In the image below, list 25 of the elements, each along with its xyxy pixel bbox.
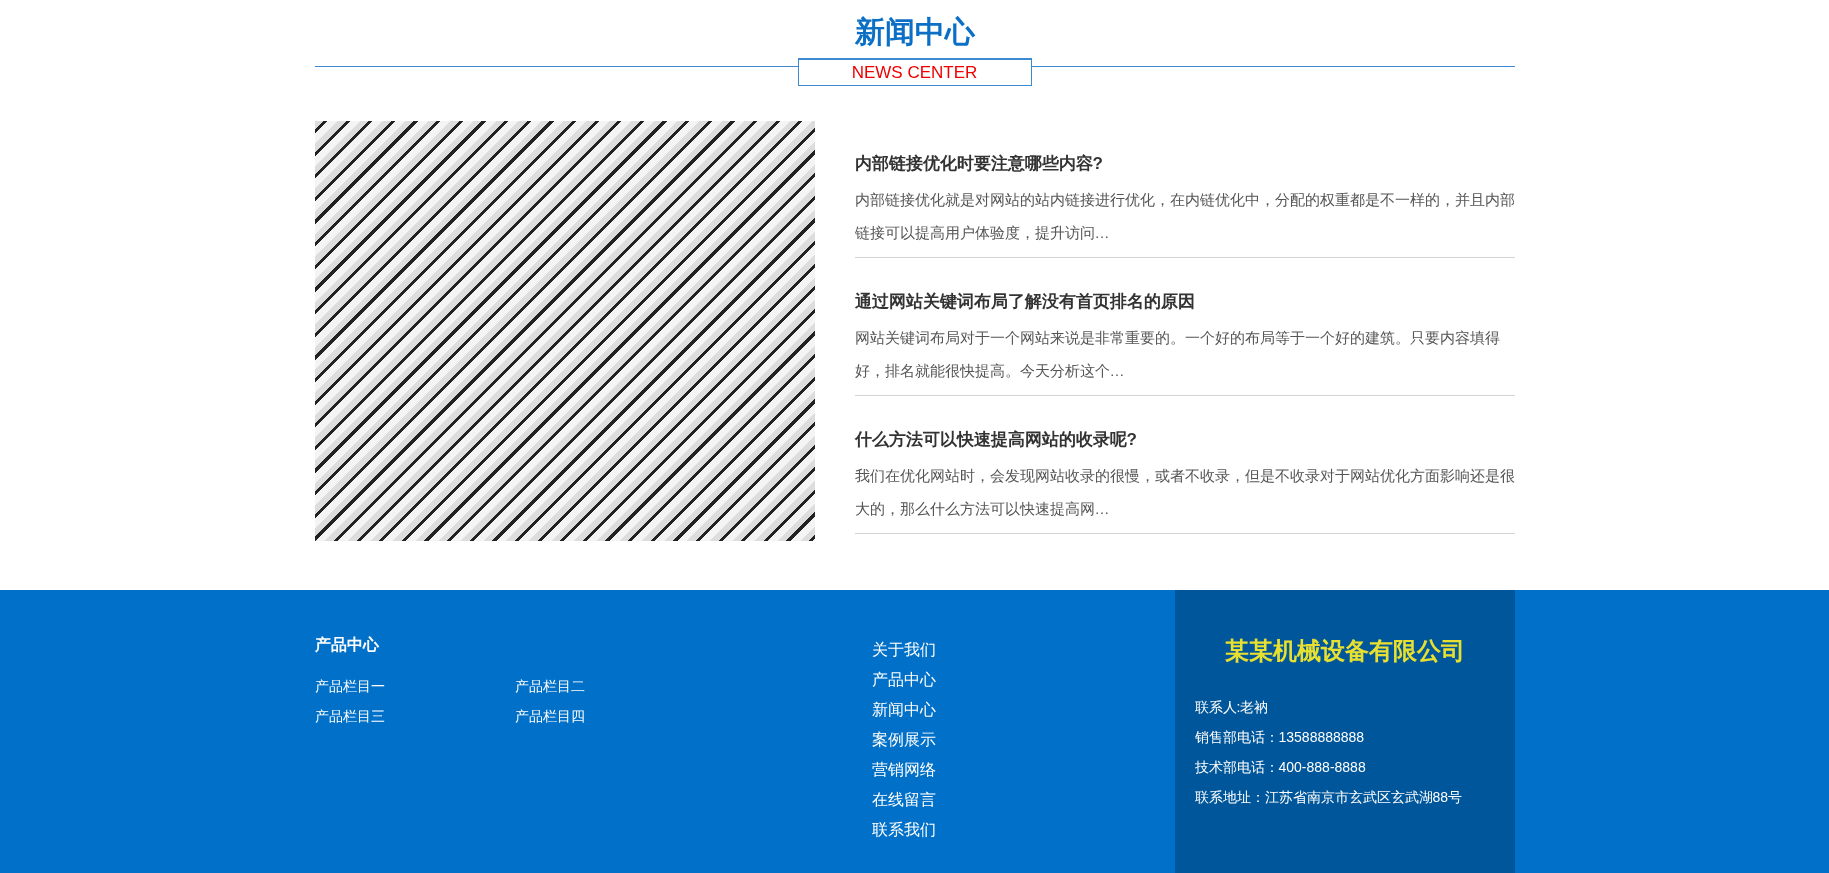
footer-nav-link[interactable]: 在线留言: [871, 785, 936, 815]
news-title-link[interactable]: 内部链接优化时要注意哪些内容?: [854, 149, 1515, 179]
contact-info: 技术部电话：400-888-8888: [1194, 758, 1366, 777]
contact-info: 联系地址：江苏省南京市玄武区玄武湖88号: [1194, 788, 1463, 807]
product-link[interactable]: 产品栏目一: [314, 676, 515, 696]
contact-info: 联系人:老衲: [1194, 698, 1269, 717]
footer-nav-link[interactable]: 新闻中心: [871, 695, 936, 725]
footer-nav-link[interactable]: 关于我们: [871, 635, 936, 665]
footer-nav-link[interactable]: 产品中心: [871, 665, 936, 695]
footer-nav-link[interactable]: 案例展示: [871, 725, 936, 755]
product-link[interactable]: 产品栏目二: [514, 676, 715, 696]
section-subtitle: NEWS CENTER: [797, 58, 1032, 86]
product-link[interactable]: 产品栏目四: [514, 706, 715, 726]
company-name: 某某机械设备有限公司: [1223, 636, 1466, 666]
news-title-link[interactable]: 什么方法可以快速提高网站的收录呢?: [854, 425, 1515, 455]
section-title: 新闻中心: [854, 14, 975, 50]
news-summary: 我们在优化网站时，会发现网站收录的很慢，或者不收录，但是不收录对于网站优化方面影响还是很大的，那么什么方法可以快速提高网…: [854, 466, 1515, 519]
footer-heading: 产品中心: [314, 635, 380, 655]
footer-nav-link[interactable]: 联系我们: [871, 815, 936, 845]
news-summary: 内部链接优化就是对网站的站内链接进行优化，在内链优化中，分配的权重都是不一样的，并且内部链接可以提高用户体验度，提升访问…: [854, 190, 1515, 243]
product-link[interactable]: 产品栏目三: [314, 706, 515, 726]
footer-nav-link[interactable]: 营销网络: [871, 755, 936, 785]
news-summary: 网站关键词布局对于一个网站来说是非常重要的。一个好的布局等于一个好的建筑。只要内容填得好，排名就能很快提高。今天分析这个…: [854, 328, 1501, 381]
contact-info: 销售部电话：13588888888: [1194, 728, 1365, 747]
news-title-link[interactable]: 通过网站关键词布局了解没有首页排名的原因: [854, 287, 1515, 317]
